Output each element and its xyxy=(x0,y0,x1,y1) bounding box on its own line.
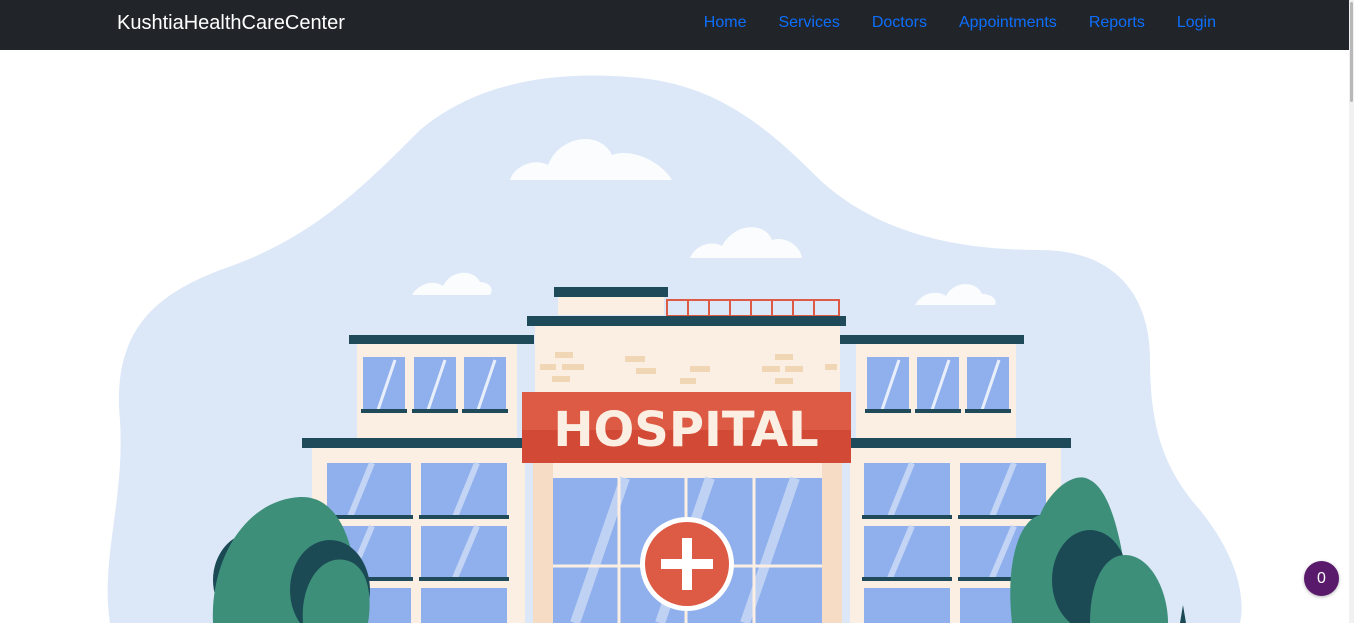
nav-item-services: Services xyxy=(762,13,855,33)
nav-item-reports: Reports xyxy=(1073,13,1161,33)
hospital-illustration: HOSPITAL xyxy=(100,75,1242,623)
nav-link-services[interactable]: Services xyxy=(762,13,855,33)
nav-item-home: Home xyxy=(688,13,763,33)
right-upper-windows xyxy=(865,357,1011,413)
nav-links: Home Services Doctors Appointments Repor… xyxy=(688,13,1216,33)
nav-link-login[interactable]: Login xyxy=(1161,13,1216,33)
nav-link-appointments[interactable]: Appointments xyxy=(943,13,1073,33)
nav-link-home[interactable]: Home xyxy=(688,13,763,33)
nav-link-reports[interactable]: Reports xyxy=(1073,13,1161,33)
floating-count-badge[interactable]: 0 xyxy=(1304,561,1339,596)
nav-link-doctors[interactable]: Doctors xyxy=(856,13,943,33)
hero-image: HOSPITAL xyxy=(0,50,1349,623)
scrollbar-thumb[interactable] xyxy=(1350,2,1353,102)
brand-link[interactable]: KushtiaHealthCareCenter xyxy=(117,11,345,35)
nav-item-login: Login xyxy=(1161,13,1216,33)
nav-item-doctors: Doctors xyxy=(856,13,943,33)
left-upper-windows xyxy=(361,357,508,413)
page-scrollbar[interactable] xyxy=(1349,0,1354,623)
top-navbar: KushtiaHealthCareCenter Home Services Do… xyxy=(0,0,1354,50)
nav-item-appointments: Appointments xyxy=(943,13,1073,33)
hospital-sign-text: HOSPITAL xyxy=(553,402,818,458)
